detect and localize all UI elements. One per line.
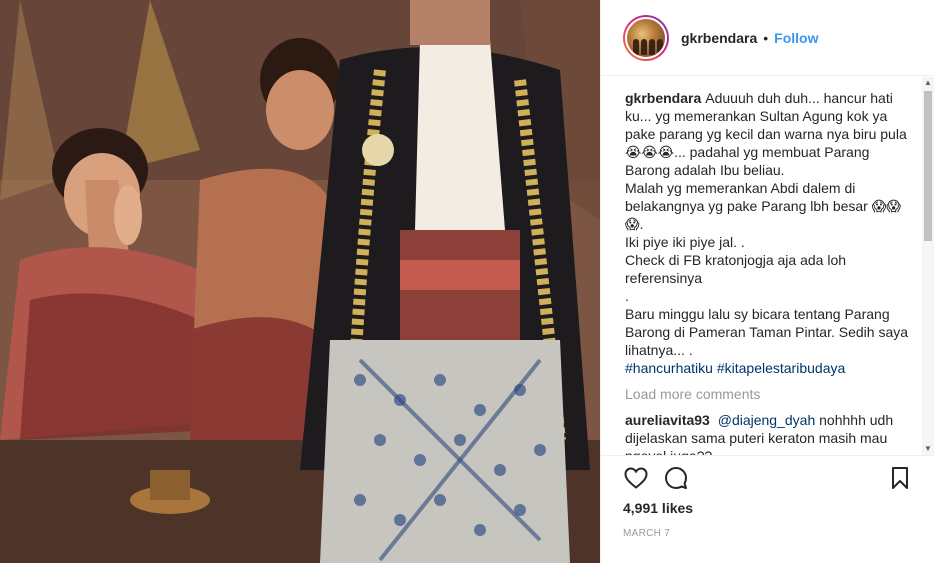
caption-username[interactable]: gkrbendara	[625, 90, 701, 106]
scroll-up-arrow-icon[interactable]: ▲	[922, 77, 934, 89]
avatar[interactable]	[625, 16, 667, 59]
comment-item: aureliavita93 @diajeng_dyah nohhhh udh d…	[625, 411, 911, 455]
bookmark-icon[interactable]	[887, 465, 913, 491]
avatar-figure	[657, 38, 663, 55]
post-photo[interactable]	[0, 0, 600, 563]
post-date[interactable]: MARCH 7	[623, 528, 913, 539]
comment-username[interactable]: aureliavita93	[625, 412, 710, 428]
post-side-panel: gkrbendara • Follow gkrbendara Aduuuh duh…	[600, 0, 934, 563]
hashtag-link[interactable]: #hancurhatiku	[625, 360, 713, 376]
comments-list[interactable]: gkrbendara Aduuuh duh duh... hancur hati …	[601, 77, 934, 455]
follow-button[interactable]: Follow	[774, 30, 818, 46]
post-actions: 4,991 likes MARCH 7	[601, 455, 934, 563]
avatar-figure	[649, 38, 655, 55]
hashtag-line: #hancurhatiku #kitapelestaribudaya	[625, 359, 911, 377]
comment-icon[interactable]	[663, 465, 689, 491]
caption-line: Malah yg memerankan Abdi dalem di belaka…	[625, 180, 901, 232]
caption-line: Baru minggu lalu sy bicara tentang Paran…	[625, 306, 909, 358]
avatar-story-ring[interactable]	[623, 14, 669, 61]
post-header: gkrbendara • Follow	[601, 0, 934, 76]
hashtag-link[interactable]: #kitapelestaribudaya	[717, 360, 845, 376]
photo-illustration	[0, 0, 600, 563]
caption-line: .	[625, 288, 629, 304]
load-more-comments-button[interactable]: Load more comments	[625, 385, 911, 403]
scroll-down-arrow-icon[interactable]: ▼	[922, 443, 934, 455]
comments-scrollbar[interactable]: ▲ ▼	[922, 77, 934, 455]
scrollbar-thumb[interactable]	[924, 91, 932, 241]
comment-mention[interactable]: @diajeng_dyah	[718, 412, 816, 428]
avatar-figure	[641, 38, 647, 55]
header-separator: •	[763, 29, 769, 46]
caption: gkrbendara Aduuuh duh duh... hancur hati …	[625, 89, 911, 377]
avatar-figure	[633, 38, 639, 55]
action-icons-row	[623, 456, 913, 500]
likes-count[interactable]: 4,991 likes	[623, 500, 913, 516]
caption-line: Check di FB kratonjogja aja ada loh refe…	[625, 252, 847, 286]
caption-line: Iki piye iki piye jal. .	[625, 234, 745, 250]
header-username[interactable]: gkrbendara	[681, 30, 757, 46]
heart-icon[interactable]	[623, 465, 649, 491]
